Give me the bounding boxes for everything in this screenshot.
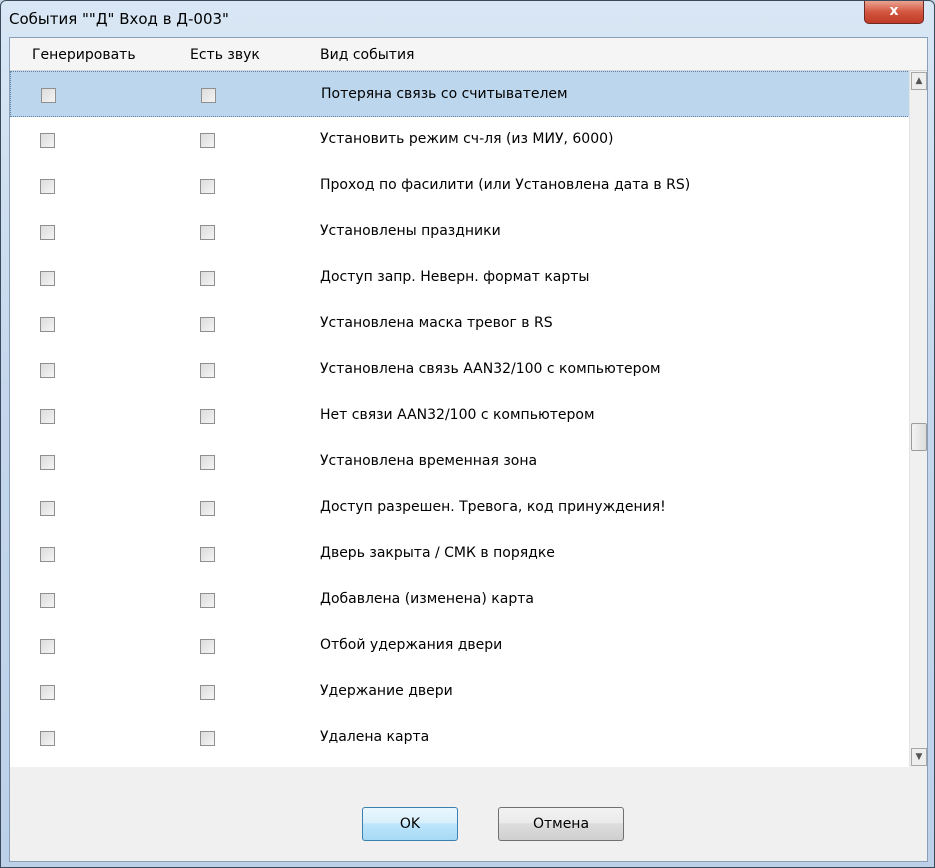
sound-checkbox[interactable] bbox=[200, 225, 215, 240]
column-sound[interactable]: Есть звук bbox=[190, 47, 260, 63]
generate-checkbox[interactable] bbox=[40, 225, 55, 240]
list-item[interactable]: Установить режим сч-ля (из МИУ, 6000) bbox=[10, 117, 910, 163]
close-button[interactable]: x bbox=[864, 1, 924, 24]
list-item[interactable]: Отбой удержания двери bbox=[10, 623, 910, 669]
generate-checkbox[interactable] bbox=[40, 317, 55, 332]
list-item[interactable]: Установлены праздники bbox=[10, 209, 910, 255]
sound-checkbox[interactable] bbox=[200, 179, 215, 194]
event-label: Доступ запр. Неверн. формат карты bbox=[320, 269, 590, 285]
sound-checkbox[interactable] bbox=[200, 317, 215, 332]
column-generate[interactable]: Генерировать bbox=[32, 47, 136, 63]
sound-checkbox[interactable] bbox=[200, 547, 215, 562]
sound-checkbox[interactable] bbox=[200, 685, 215, 700]
generate-checkbox[interactable] bbox=[40, 501, 55, 516]
event-label: Удалена карта bbox=[320, 729, 430, 745]
column-event-type[interactable]: Вид события bbox=[320, 47, 414, 63]
generate-checkbox[interactable] bbox=[40, 685, 55, 700]
generate-checkbox[interactable] bbox=[40, 179, 55, 194]
sound-checkbox[interactable] bbox=[200, 455, 215, 470]
title-bar[interactable]: События ""Д" Вход в Д-003" x bbox=[1, 1, 934, 37]
generate-checkbox[interactable] bbox=[40, 409, 55, 424]
sound-checkbox[interactable] bbox=[200, 731, 215, 746]
list-item[interactable]: Удержание двери bbox=[10, 669, 910, 715]
list-item[interactable]: Удалена карта bbox=[10, 715, 910, 761]
dialog-footer: OK Отмена bbox=[10, 767, 927, 861]
sound-checkbox[interactable] bbox=[200, 501, 215, 516]
event-label: Установлена связь AAN32/100 с компьютеро… bbox=[320, 361, 661, 377]
event-label: Дверь закрыта / СМК в порядке bbox=[320, 545, 555, 561]
event-label: Установить режим сч-ля (из МИУ, 6000) bbox=[320, 131, 614, 147]
window-title: События ""Д" Вход в Д-003" bbox=[9, 10, 229, 28]
list-header: Генерировать Есть звук Вид события bbox=[10, 38, 927, 71]
list-item[interactable]: Доступ разрешен. Тревога, код принуждени… bbox=[10, 485, 910, 531]
sound-checkbox[interactable] bbox=[200, 133, 215, 148]
scroll-down-icon[interactable]: ▼ bbox=[911, 748, 927, 766]
ok-button[interactable]: OK bbox=[362, 807, 458, 841]
event-label: Добавлена (изменена) карта bbox=[320, 591, 534, 607]
event-label: Установлена временная зона bbox=[320, 453, 538, 469]
generate-checkbox[interactable] bbox=[41, 88, 56, 103]
list-item[interactable]: Потеряна связь со считывателем bbox=[10, 71, 910, 117]
close-icon: x bbox=[889, 3, 899, 19]
scroll-up-icon[interactable]: ▲ bbox=[911, 72, 927, 90]
generate-checkbox[interactable] bbox=[40, 639, 55, 654]
list-item[interactable]: Добавлена (изменена) карта bbox=[10, 577, 910, 623]
event-label: Удержание двери bbox=[320, 683, 453, 699]
sound-checkbox[interactable] bbox=[200, 639, 215, 654]
list-item[interactable]: Установлена временная зона bbox=[10, 439, 910, 485]
generate-checkbox[interactable] bbox=[40, 593, 55, 608]
event-label: Нет связи AAN32/100 с компьютером bbox=[320, 407, 595, 423]
list-item[interactable]: Дверь закрыта / СМК в порядке bbox=[10, 531, 910, 577]
sound-checkbox[interactable] bbox=[201, 88, 216, 103]
generate-checkbox[interactable] bbox=[40, 731, 55, 746]
generate-checkbox[interactable] bbox=[40, 363, 55, 378]
event-label: Доступ разрешен. Тревога, код принуждени… bbox=[320, 499, 666, 515]
event-label: Установлена маска тревог в RS bbox=[320, 315, 553, 331]
vertical-scrollbar[interactable]: ▲ ▼ bbox=[909, 71, 927, 767]
event-label: Проход по фасилити (или Установлена дата… bbox=[320, 177, 691, 193]
event-label: Установлены праздники bbox=[320, 223, 501, 239]
sound-checkbox[interactable] bbox=[200, 271, 215, 286]
generate-checkbox[interactable] bbox=[40, 271, 55, 286]
sound-checkbox[interactable] bbox=[200, 409, 215, 424]
sound-checkbox[interactable] bbox=[200, 593, 215, 608]
sound-checkbox[interactable] bbox=[200, 363, 215, 378]
scroll-thumb[interactable] bbox=[911, 423, 927, 451]
generate-checkbox[interactable] bbox=[40, 547, 55, 562]
list-item[interactable]: Установлена связь AAN32/100 с компьютеро… bbox=[10, 347, 910, 393]
event-list: Потеряна связь со считывателем Установить… bbox=[10, 71, 927, 767]
cancel-button[interactable]: Отмена bbox=[498, 807, 624, 841]
generate-checkbox[interactable] bbox=[40, 455, 55, 470]
list-item[interactable]: Доступ запр. Неверн. формат карты bbox=[10, 255, 910, 301]
list-item[interactable]: Нет связи AAN32/100 с компьютером bbox=[10, 393, 910, 439]
generate-checkbox[interactable] bbox=[40, 133, 55, 148]
event-label: Потеряна связь со считывателем bbox=[321, 86, 568, 102]
list-item[interactable]: Проход по фасилити (или Установлена дата… bbox=[10, 163, 910, 209]
list-item[interactable]: Установлена маска тревог в RS bbox=[10, 301, 910, 347]
event-label: Отбой удержания двери bbox=[320, 637, 503, 653]
dialog-window: События ""Д" Вход в Д-003" x Генерироват… bbox=[0, 0, 935, 868]
dialog-client: Генерировать Есть звук Вид события Потер… bbox=[9, 37, 928, 862]
